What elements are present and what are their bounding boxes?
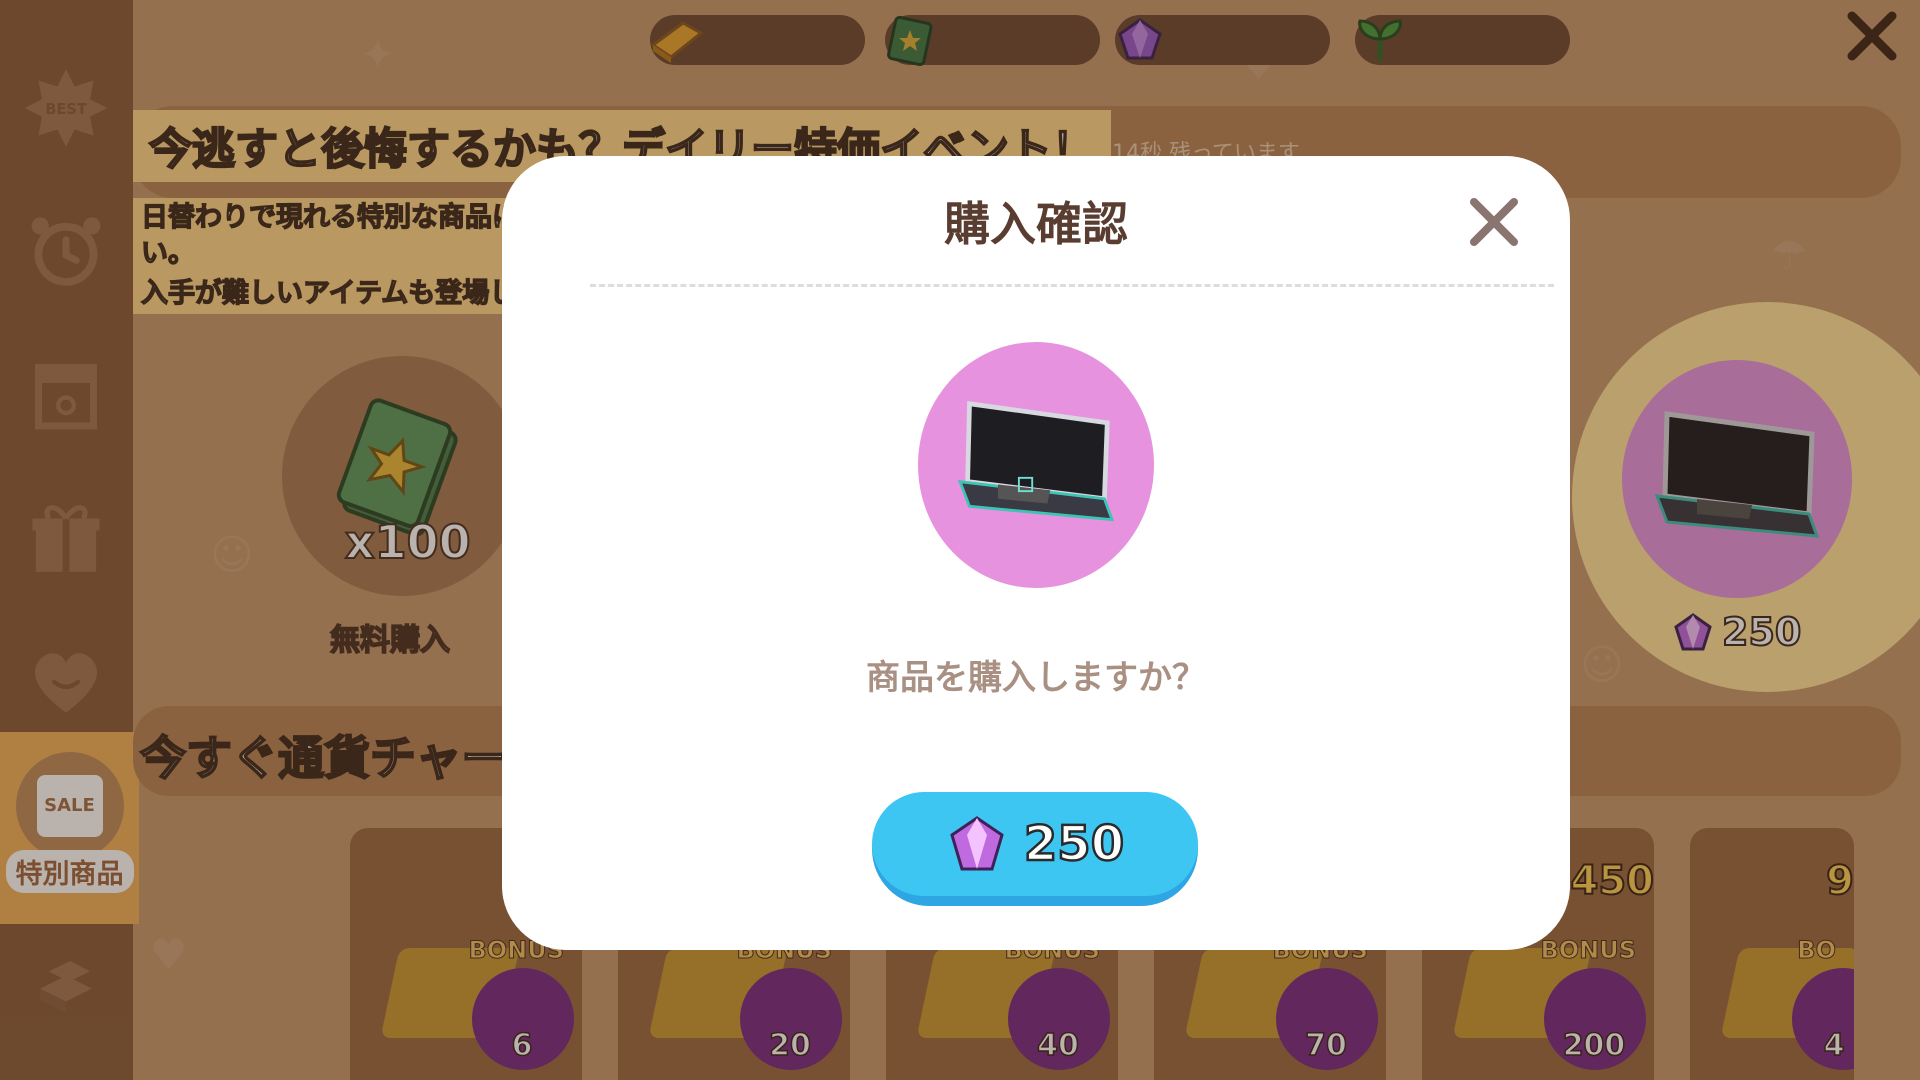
stage-item-icon xyxy=(957,400,1115,521)
shop-screen: ☂✦☂ ☺♥✦ ☂☺♥ ☺✦☂ BEST xyxy=(0,0,1920,1080)
dialog-divider xyxy=(590,284,1554,287)
gem-icon xyxy=(950,816,1004,871)
product-image xyxy=(918,342,1154,588)
dialog-close-button[interactable] xyxy=(1464,192,1524,252)
dialog-title: 購入確認 xyxy=(944,197,1128,251)
buy-button[interactable]: 250 xyxy=(872,792,1198,906)
buy-price: 250 xyxy=(1023,815,1126,874)
purchase-confirm-dialog: 購入確認 商品を購入しますか？ 250 xyxy=(502,156,1570,950)
close-icon xyxy=(1470,198,1518,246)
buy-button-face: 250 xyxy=(872,792,1198,896)
purchase-question: 商品を購入しますか？ xyxy=(866,658,1206,698)
